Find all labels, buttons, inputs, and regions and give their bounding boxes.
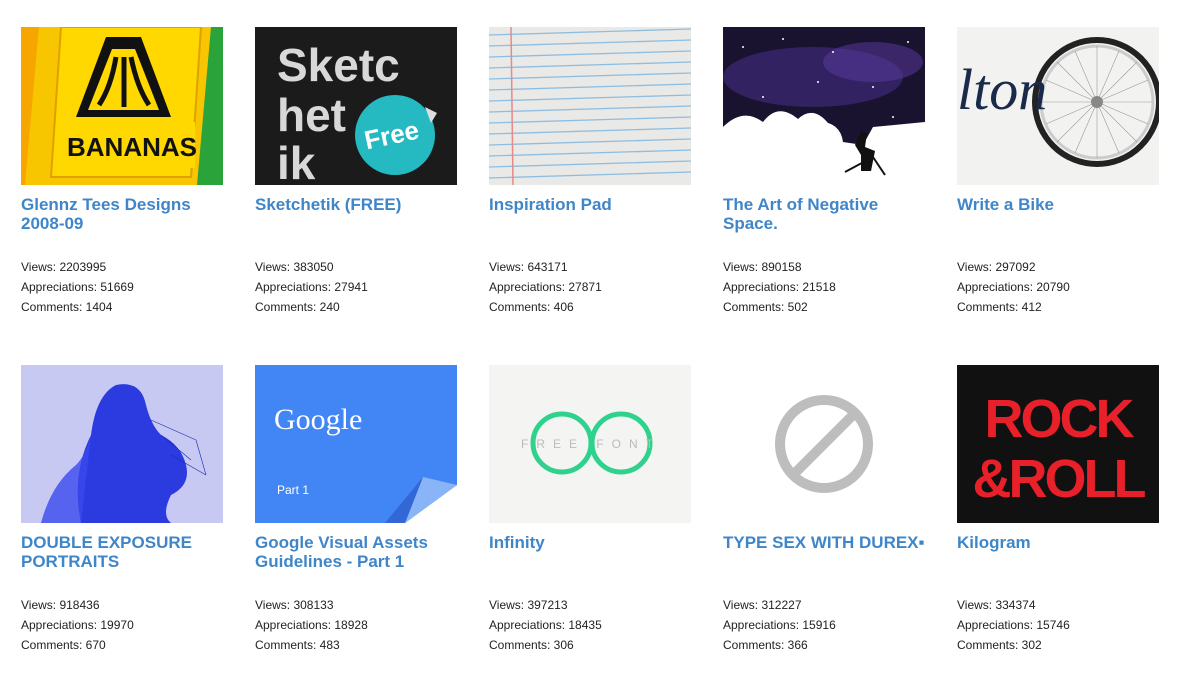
lined-paper-image [489,27,691,185]
svg-text:BANANAS: BANANAS [67,132,197,162]
project-title-link[interactable]: Infinity [489,533,691,595]
project-thumbnail[interactable] [489,27,691,185]
project-thumbnail[interactable]: BANANAS [21,27,223,185]
comments-count: Comments: 240 [255,300,340,314]
project-title-link[interactable]: Glennz Tees Designs 2008-09 [21,195,223,257]
views-count: Views: 383050 [255,260,334,274]
infinity-font-image: FREE FONT [489,365,691,523]
project-thumbnail[interactable]: Google Part 1 [255,365,457,523]
project-card: ROCK &ROLL Kilogram Views: 334374 Apprec… [957,365,1159,655]
project-card: FREE FONT Infinity Views: 397213 Appreci… [489,365,691,655]
project-card: Google Part 1 Google Visual Assets Guide… [255,365,457,655]
project-thumbnail[interactable]: FREE FONT [489,365,691,523]
project-card: Inspiration Pad Views: 643171 Appreciati… [489,27,691,317]
views-count: Views: 2203995 [21,260,107,274]
project-card: The Art of Negative Space. Views: 890158… [723,27,925,317]
project-title-link[interactable]: DOUBLE EXPOSURE PORTRAITS [21,533,223,595]
views-count: Views: 890158 [723,260,802,274]
project-thumbnail[interactable] [723,27,925,185]
svg-text:het: het [277,89,346,141]
appreciations-count: Appreciations: 15916 [723,618,836,632]
views-count: Views: 334374 [957,598,1036,612]
comments-count: Comments: 306 [489,638,574,652]
comments-count: Comments: 412 [957,300,1042,314]
appreciations-count: Appreciations: 27941 [255,280,368,294]
project-title-link[interactable]: Kilogram [957,533,1159,595]
rock-and-roll-image: ROCK &ROLL [957,365,1159,523]
google-guidelines-image: Google Part 1 [255,365,457,523]
comments-count: Comments: 406 [489,300,574,314]
svg-text:ik: ik [277,137,316,185]
project-card: DOUBLE EXPOSURE PORTRAITS Views: 918436 … [21,365,223,655]
svg-text:Part 1: Part 1 [277,483,309,497]
project-grid: BANANAS Glennz Tees Designs 2008-09 View… [0,0,1191,690]
views-count: Views: 297092 [957,260,1036,274]
bike-wheel-image: lton [957,27,1159,185]
project-thumbnail[interactable] [21,365,223,523]
comments-count: Comments: 302 [957,638,1042,652]
views-count: Views: 312227 [723,598,802,612]
comments-count: Comments: 1404 [21,300,113,314]
project-thumbnail[interactable]: Sketc het ik Free [255,27,457,185]
sketchetik-font-image: Sketc het ik Free [255,27,457,185]
views-count: Views: 643171 [489,260,568,274]
negative-space-image [723,27,925,185]
project-title-link[interactable]: Inspiration Pad [489,195,691,257]
project-thumbnail[interactable]: ROCK &ROLL [957,365,1159,523]
comments-count: Comments: 502 [723,300,808,314]
svg-text:lton: lton [957,57,1047,122]
appreciations-count: Appreciations: 51669 [21,280,134,294]
appreciations-count: Appreciations: 27871 [489,280,602,294]
appreciations-count: Appreciations: 18928 [255,618,368,632]
appreciations-count: Appreciations: 21518 [723,280,836,294]
appreciations-count: Appreciations: 15746 [957,618,1070,632]
views-count: Views: 308133 [255,598,334,612]
project-card: BANANAS Glennz Tees Designs 2008-09 View… [21,27,223,317]
svg-text:&ROLL: &ROLL [973,449,1146,509]
project-title-link[interactable]: TYPE SEX WITH DUREX▪ [723,533,925,595]
project-thumbnail[interactable] [723,365,925,523]
project-title-link[interactable]: Google Visual Assets Guidelines - Part 1 [255,533,457,595]
appreciations-count: Appreciations: 19970 [21,618,134,632]
project-title-link[interactable]: Sketchetik (FREE) [255,195,457,257]
appreciations-count: Appreciations: 20790 [957,280,1070,294]
svg-text:FREE FONT: FREE FONT [521,437,661,451]
comments-count: Comments: 670 [21,638,106,652]
project-card: TYPE SEX WITH DUREX▪ Views: 312227 Appre… [723,365,925,655]
project-card: lton Write a Bike Views: 297092 Apprecia… [957,27,1159,317]
project-title-link[interactable]: The Art of Negative Space. [723,195,925,257]
views-count: Views: 397213 [489,598,568,612]
project-thumbnail[interactable]: lton [957,27,1159,185]
comments-count: Comments: 483 [255,638,340,652]
svg-text:ROCK: ROCK [985,389,1135,449]
project-card: Sketc het ik Free Sketchetik (FREE) View… [255,27,457,317]
views-count: Views: 918436 [21,598,100,612]
svg-text:Sketc: Sketc [277,39,400,91]
no-image-placeholder-icon [723,365,925,523]
banana-sign-image: BANANAS [21,27,223,185]
project-title-link[interactable]: Write a Bike [957,195,1159,257]
svg-text:Google: Google [274,403,362,436]
double-exposure-image [21,365,223,523]
appreciations-count: Appreciations: 18435 [489,618,602,632]
comments-count: Comments: 366 [723,638,808,652]
